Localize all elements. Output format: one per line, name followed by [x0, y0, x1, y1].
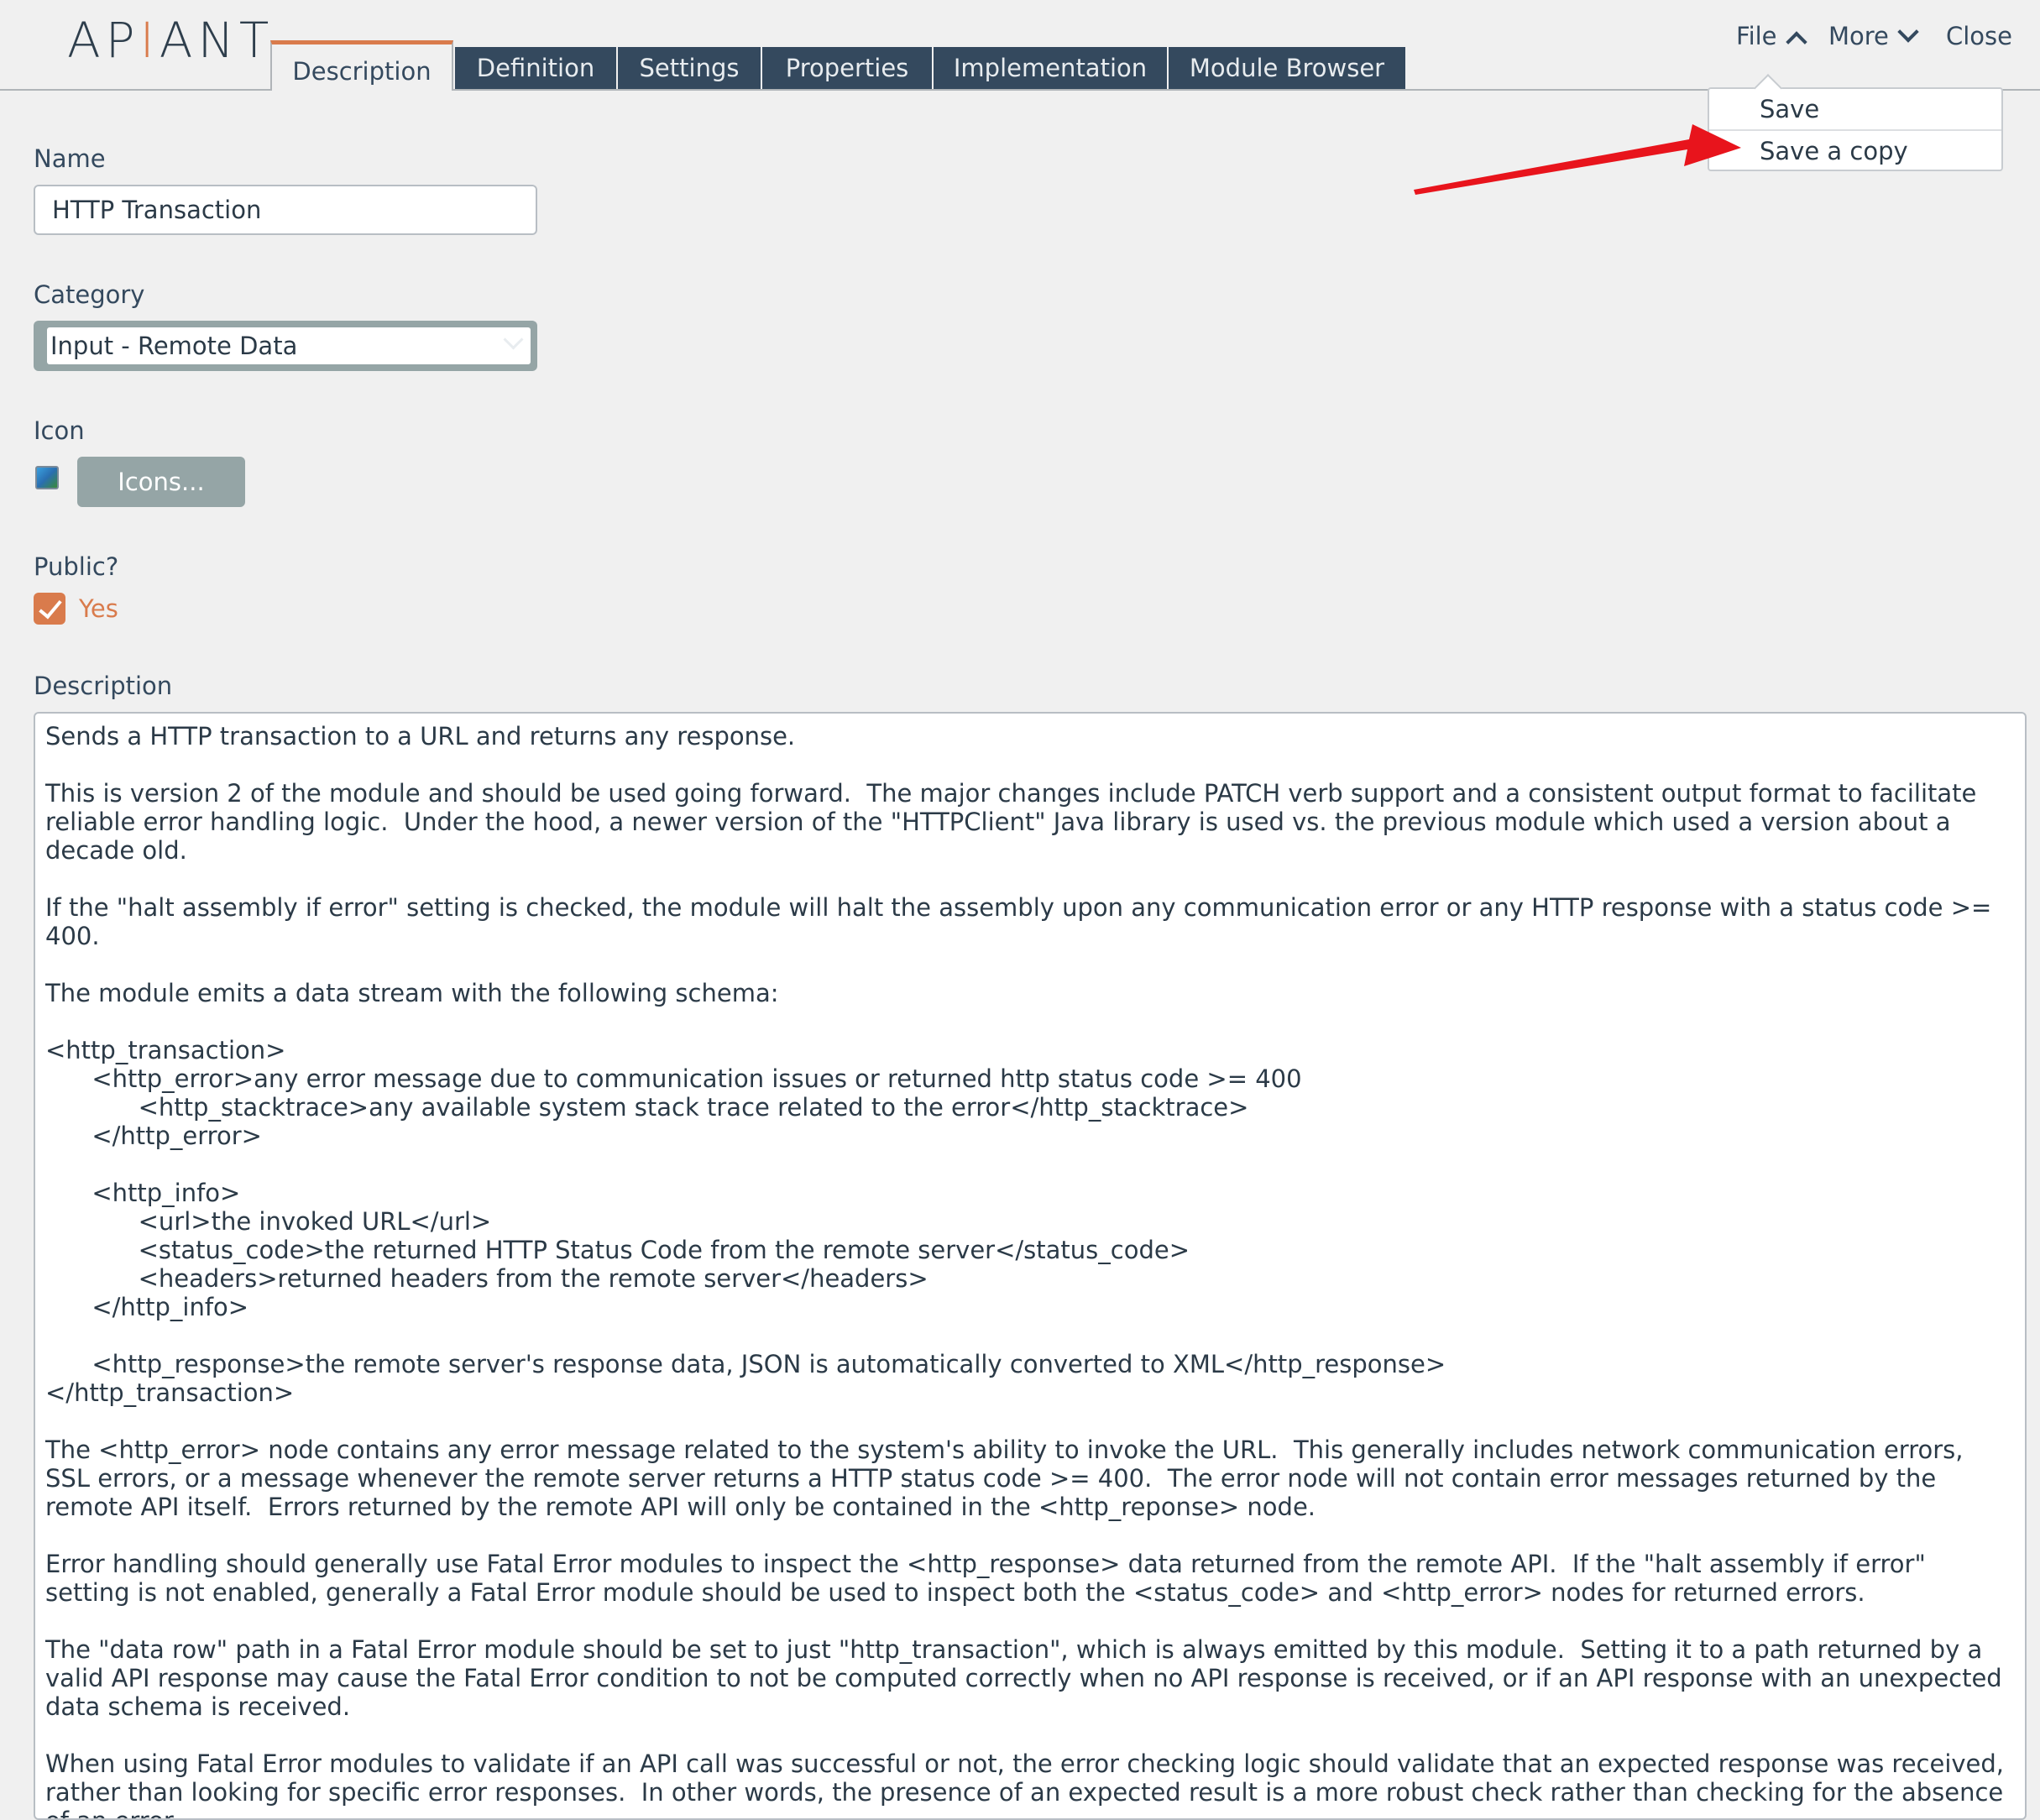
public-checkbox[interactable]	[34, 593, 65, 625]
tab-description[interactable]: Description	[270, 40, 453, 91]
chevron-up-icon	[1785, 31, 1807, 53]
icon-label: Icon	[34, 416, 85, 445]
chevron-down-icon	[1897, 21, 1919, 43]
icons-button[interactable]: Icons...	[77, 457, 245, 507]
category-label: Category	[34, 280, 145, 309]
more-menu-label: More	[1828, 22, 1889, 50]
tab-definition[interactable]: Definition	[455, 47, 616, 89]
more-menu-button[interactable]: More	[1828, 21, 1919, 50]
tab-module-browser[interactable]: Module Browser	[1169, 47, 1405, 89]
file-menu-button[interactable]: File	[1736, 22, 1807, 53]
file-dropdown-menu: Save Save a copy	[1708, 87, 2003, 171]
name-input[interactable]: HTTP Transaction	[34, 185, 537, 235]
file-menu-label: File	[1736, 22, 1777, 50]
close-button[interactable]: Close	[1946, 22, 2012, 50]
menu-item-save-a-copy[interactable]: Save a copy	[1709, 131, 2001, 171]
name-label: Name	[34, 144, 106, 173]
category-select-value: Input - Remote Data	[47, 327, 531, 364]
description-textarea[interactable]: Sends a HTTP transaction to a URL and re…	[34, 712, 2027, 1820]
description-label: Description	[34, 672, 173, 700]
tab-properties[interactable]: Properties	[762, 47, 932, 89]
module-globe-icon	[35, 466, 59, 489]
tab-implementation[interactable]: Implementation	[934, 47, 1167, 89]
public-label: Public?	[34, 552, 119, 581]
category-select[interactable]: Input - Remote Data	[34, 321, 537, 371]
apiant-logo: APIANT	[67, 12, 275, 69]
menu-item-save[interactable]: Save	[1709, 89, 2001, 129]
top-bar: APIANT Description Definition Settings P…	[0, 0, 2040, 91]
public-checkbox-label[interactable]: Yes	[79, 593, 118, 625]
tab-settings[interactable]: Settings	[618, 47, 761, 89]
